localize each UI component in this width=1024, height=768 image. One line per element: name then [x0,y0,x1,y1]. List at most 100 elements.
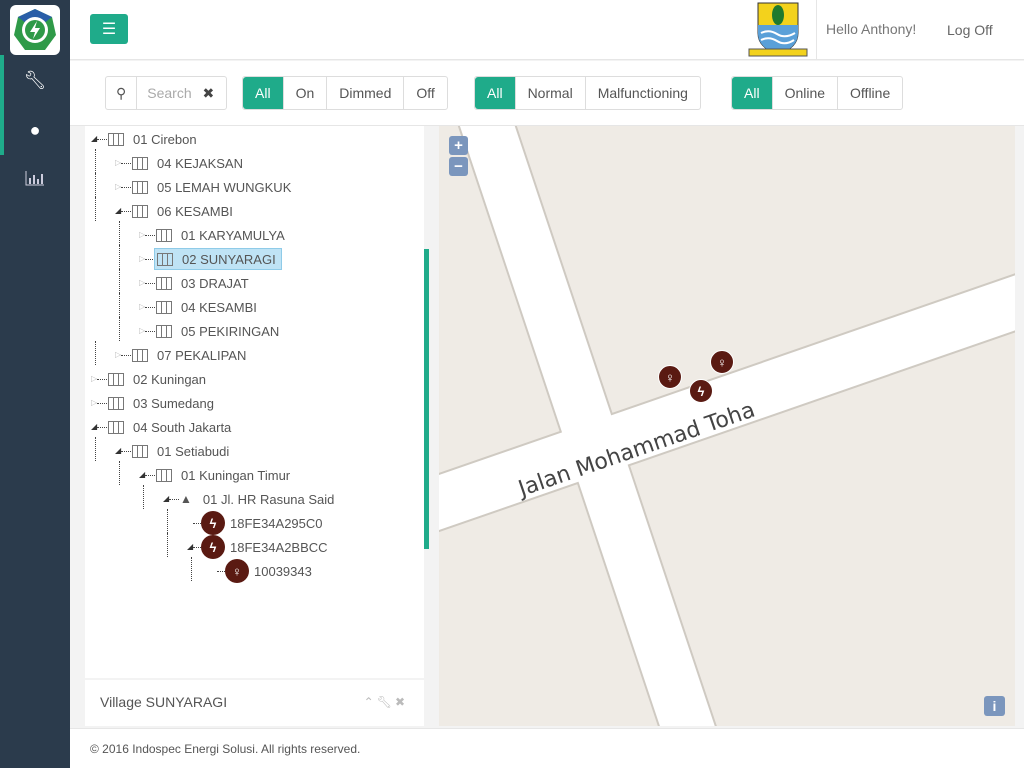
map-marker-lamp[interactable]: ♀ [658,365,682,389]
tree-connector [97,139,107,140]
tree-guide [119,245,120,269]
tree-guide [95,197,96,221]
health-all[interactable]: All [475,77,515,109]
tree-node[interactable]: 02 Kuningan [108,368,209,390]
tree-connector [145,331,155,332]
tree-connector [97,427,107,428]
tree-node-label: 01 Setiabudi [157,443,230,459]
tree-connector [169,499,179,500]
map-icon [108,132,124,146]
tree-connector [145,235,155,236]
map-icon [156,228,172,242]
map-marker-lamp[interactable]: ♀ [710,350,734,374]
tree-guide [119,293,120,317]
tree-node[interactable]: 01 Cirebon [108,128,200,150]
tree-node[interactable]: ♀ 10039343 [225,559,315,583]
map-icon [157,252,173,266]
bar-chart-icon [25,170,45,191]
tree-guide [143,485,144,509]
wrench-icon[interactable]: 🔧︎ [377,695,395,709]
tree-node[interactable]: 01 KARYAMULYA [156,224,288,246]
tree-guide [167,509,168,533]
tree-node-label: 10039343 [254,563,312,579]
map-icon [108,372,124,386]
dimming-on[interactable]: On [282,77,327,109]
tree-node[interactable]: 01 Kuningan Timur [156,464,293,486]
tree-guide [119,461,120,485]
search-icon[interactable]: ⚲ [106,77,136,109]
tree-connector [145,475,155,476]
map-icon [156,300,172,314]
sidebar-item-reports[interactable] [0,155,70,205]
location-tree: ◢ 01 Cirebon ▷ 04 KEJAKSAN ▷ 05 LEMAH WUNGKUK… [85,126,424,678]
dimming-off[interactable]: Off [403,77,446,109]
tree-node[interactable]: 03 DRAJAT [156,272,252,294]
region-crest-logo [747,1,809,59]
search-input[interactable]: Search ✖ [136,77,220,109]
sidebar-item-map[interactable]: ● [0,105,70,155]
tree-node-label: 04 KEJAKSAN [157,155,243,171]
tree-guide [119,221,120,245]
tree-node[interactable]: 02 SUNYARAGI [154,248,282,270]
zoom-in-button[interactable]: + [449,136,468,155]
footer: © 2016 Indospec Energi Solusi. All right… [70,728,1024,768]
map-view[interactable]: Jalan Mohammad Toha + − ♀ ♀ ϟ i [439,126,1015,726]
tree-node[interactable]: ▲ 01 Jl. HR Rasuna Said [180,488,337,510]
tree-node[interactable]: 06 KESAMBI [132,200,236,222]
map-info-button[interactable]: i [984,696,1005,716]
tree-node[interactable]: ϟ 18FE34A295C0 [201,511,326,535]
tree-guide [119,269,120,293]
tree-connector [97,379,107,380]
tree-node-label: 01 KARYAMULYA [181,227,285,243]
search-box: ⚲ Search ✖ [105,76,227,110]
connectivity-all[interactable]: All [732,77,772,109]
map-icon [156,276,172,290]
tree-node[interactable]: 05 PEKIRINGAN [156,320,282,342]
dimming-dimmed[interactable]: Dimmed [326,77,403,109]
tree-node-label: 04 KESAMBI [181,299,257,315]
tree-node-label: 06 KESAMBI [157,203,233,219]
collapse-icon[interactable]: ⌃ [364,695,377,709]
search-placeholder: Search [147,85,192,101]
connectivity-online[interactable]: Online [771,77,837,109]
map-icon [108,396,124,410]
close-icon[interactable]: ✖ [395,695,408,709]
tree-node-label: 03 DRAJAT [181,275,249,291]
health-filter: All Normal Malfunctioning [474,76,701,110]
road-icon: ▲ [180,492,192,506]
tree-node-label: 01 Jl. HR Rasuna Said [202,491,335,507]
tree-node[interactable]: 03 Sumedang [108,392,217,414]
health-malfunctioning[interactable]: Malfunctioning [584,77,700,109]
tree-node[interactable]: 04 KESAMBI [156,296,260,318]
health-normal[interactable]: Normal [514,77,585,109]
tree-connector [121,187,131,188]
connectivity-offline[interactable]: Offline [837,77,902,109]
tree-guide [119,317,120,341]
connectivity-filter: All Online Offline [731,76,904,110]
tree-guide [95,437,96,461]
menu-toggle-button[interactable]: ☰ [90,14,128,44]
clear-icon[interactable]: ✖ [203,85,215,102]
map-icon [132,180,148,194]
map-marker-controller[interactable]: ϟ [689,379,713,403]
tree-node[interactable]: 04 South Jakarta [108,416,234,438]
tree-node[interactable]: 01 Setiabudi [132,440,232,462]
tree-node-label: 05 PEKIRINGAN [181,323,280,339]
dimming-all[interactable]: All [243,77,283,109]
tree-node[interactable]: 04 KEJAKSAN [132,152,246,174]
tree-node[interactable]: 07 PEKALIPAN [132,344,249,366]
bulb-icon: ♀ [717,354,727,370]
map-icon [156,324,172,338]
app-logo[interactable] [10,5,60,55]
tree-node[interactable]: 05 LEMAH WUNGKUK [132,176,294,198]
tree-node-label: 07 PEKALIPAN [157,347,247,363]
tree-guide [95,149,96,173]
tree-scrollbar[interactable] [424,249,429,549]
tree-node[interactable]: ϟ 18FE34A2BBCC [201,535,331,559]
tree-guide [191,557,192,581]
sidebar-item-tools[interactable]: 🔧︎ [0,55,70,105]
logoff-link[interactable]: Log Off [947,22,993,38]
zoom-out-button[interactable]: − [449,157,468,176]
tree-guide [167,533,168,557]
tree-connector [121,355,131,356]
